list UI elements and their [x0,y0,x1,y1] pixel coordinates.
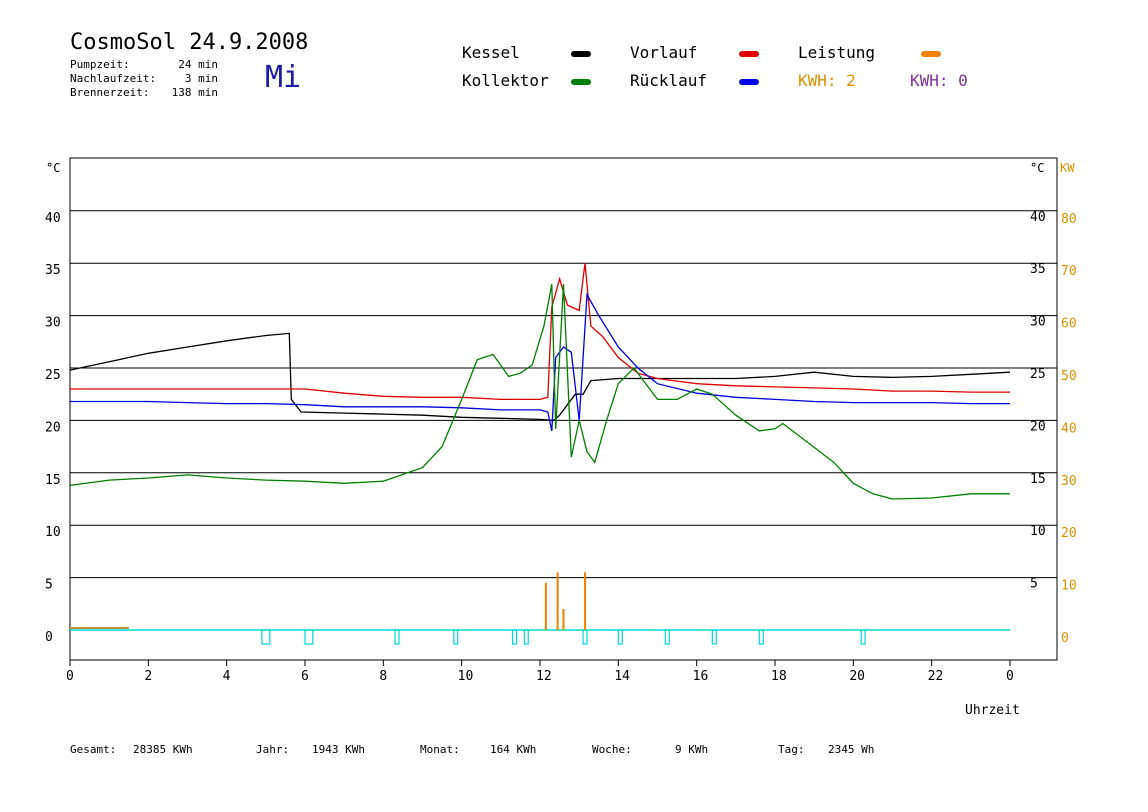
y-tick-label-left: 5 [45,578,53,593]
y-tick-label-left: 30 [45,316,61,331]
power-tick-label: 10 [1061,579,1077,594]
power-tick-label: 20 [1061,526,1077,541]
power-tick-label: 40 [1061,421,1077,436]
power-tick-label: 70 [1061,264,1077,279]
y-tick-label-left: 10 [45,525,61,540]
x-tick-label: 18 [771,669,787,684]
total-woche-value: 9 KWh [675,743,709,756]
power-tick-label: 0 [1061,631,1069,646]
y-tick-label-right: 35 [1030,262,1046,277]
pump-marker [394,629,400,645]
series-line-rcklauf [70,292,1010,432]
total-jahr-label: Jahr: [256,743,290,756]
power-unit: KW [1060,161,1075,175]
pump-marker [664,629,670,645]
x-tick-label: 10 [458,669,474,684]
y-tick-label-left: 35 [45,263,61,278]
total-tag-label: Tag: [778,743,805,756]
power-tick-label: 80 [1061,212,1077,227]
x-tick-label: 12 [536,669,552,684]
pump-marker [711,629,717,645]
series-line-kollektor [69,284,1010,500]
y-tick-label-right: 40 [1030,210,1046,225]
pump-marker [860,629,866,645]
y-tick-label-left: 15 [45,473,61,488]
total-tag-value: 2345 Wh [828,743,875,756]
pump-marker [523,629,529,645]
pump-marker [453,629,459,645]
power-tick-label: 30 [1061,474,1077,489]
x-tick-label: 8 [379,669,387,684]
y-tick-label-right: 15 [1030,472,1046,487]
x-tick-label: 20 [849,669,865,684]
y-tick-label-left: 20 [45,420,61,435]
series-line-kessel [69,332,1011,422]
x-tick-label: 22 [928,669,944,684]
y-tick-label-right: 5 [1030,577,1038,592]
total-monat-value: 164 KWh [490,743,537,756]
x-tick-label: 0 [66,669,74,684]
y-unit-right: °C [1030,161,1044,175]
pump-marker [261,629,271,645]
total-gesamt-label: Gesamt: [70,743,117,756]
pump-marker [511,629,518,645]
y-tick-label-right: 30 [1030,315,1046,330]
x-tick-label: 16 [693,669,709,684]
total-gesamt-value: 28385 KWh [133,743,193,756]
total-jahr-value: 1943 KWh [312,743,365,756]
x-axis-label: Uhrzeit [965,703,1020,718]
x-tick-label: 14 [614,669,630,684]
pump-marker [758,629,764,645]
y-tick-label-right: 25 [1030,367,1046,382]
x-tick-label: 4 [223,669,231,684]
pump-marker [304,629,314,645]
series-line-vorlauf [70,263,1010,401]
y-unit-left: °C [46,161,60,175]
power-tick-label: 60 [1061,317,1077,332]
y-tick-label-left: 40 [45,211,61,226]
pump-marker [582,629,588,645]
y-tick-label-right: 10 [1030,524,1046,539]
total-woche-label: Woche: [592,743,632,756]
x-tick-label: 2 [144,669,152,684]
y-tick-label-left: 25 [45,368,61,383]
power-tick-label: 50 [1061,369,1077,384]
y-tick-label-left: 0 [45,630,53,645]
x-tick-label: 6 [301,669,309,684]
total-monat-label: Monat: [420,743,460,756]
x-tick-label: 0 [1006,669,1014,684]
y-tick-label-right: 20 [1030,419,1046,434]
pump-marker [617,629,623,645]
temperature-chart: 0510152025303540510152025303540010203040… [45,157,1077,718]
